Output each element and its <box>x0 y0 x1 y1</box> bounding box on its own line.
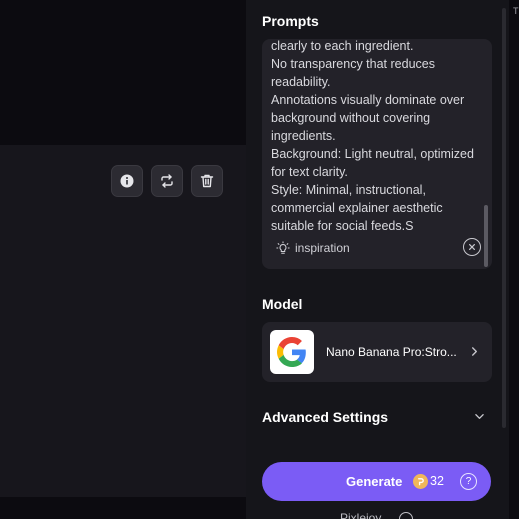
prompt-text[interactable]: clearly to each ingredient. No transpare… <box>271 39 483 235</box>
prompt-textarea[interactable]: clearly to each ingredient. No transpare… <box>262 39 492 269</box>
info-icon <box>120 174 134 188</box>
swap-button[interactable] <box>151 165 183 197</box>
chevron-right-icon <box>472 347 477 356</box>
credit-count: 32 <box>430 474 444 488</box>
model-name: Nano Banana Pro:Stro... <box>326 345 457 359</box>
edge-letter: T <box>513 6 519 16</box>
lightbulb-icon <box>276 241 290 254</box>
chevron-down-icon[interactable] <box>474 412 485 421</box>
delete-button[interactable] <box>191 165 223 197</box>
coin-icon <box>413 474 428 489</box>
coin-mark-icon <box>418 478 424 486</box>
bottom-link[interactable]: Pixlejoy <box>340 511 381 519</box>
close-icon <box>469 244 475 250</box>
canvas-image-area[interactable] <box>0 145 246 497</box>
generate-label: Generate <box>346 474 403 489</box>
panel-scrollbar[interactable] <box>502 8 506 428</box>
google-logo-icon <box>270 330 314 374</box>
info-button[interactable] <box>111 165 143 197</box>
trash-icon <box>200 174 214 188</box>
question-mark-icon: ? <box>465 476 472 487</box>
swap-icon <box>161 174 173 188</box>
model-title: Model <box>262 296 303 312</box>
clear-prompt-button[interactable] <box>463 238 481 256</box>
inspiration-button[interactable]: inspiration <box>276 240 350 256</box>
prompt-scrollbar[interactable] <box>484 205 488 267</box>
advanced-settings-title[interactable]: Advanced Settings <box>262 409 388 425</box>
google-g-icon <box>277 337 306 367</box>
inspiration-label: inspiration <box>295 241 350 255</box>
bottom-link-icon[interactable] <box>399 512 413 519</box>
canvas-top-area <box>0 0 246 145</box>
right-edge <box>509 0 519 519</box>
help-button[interactable]: ? <box>460 473 477 490</box>
canvas-bottom-area <box>0 497 246 519</box>
prompts-title: Prompts <box>262 13 319 29</box>
